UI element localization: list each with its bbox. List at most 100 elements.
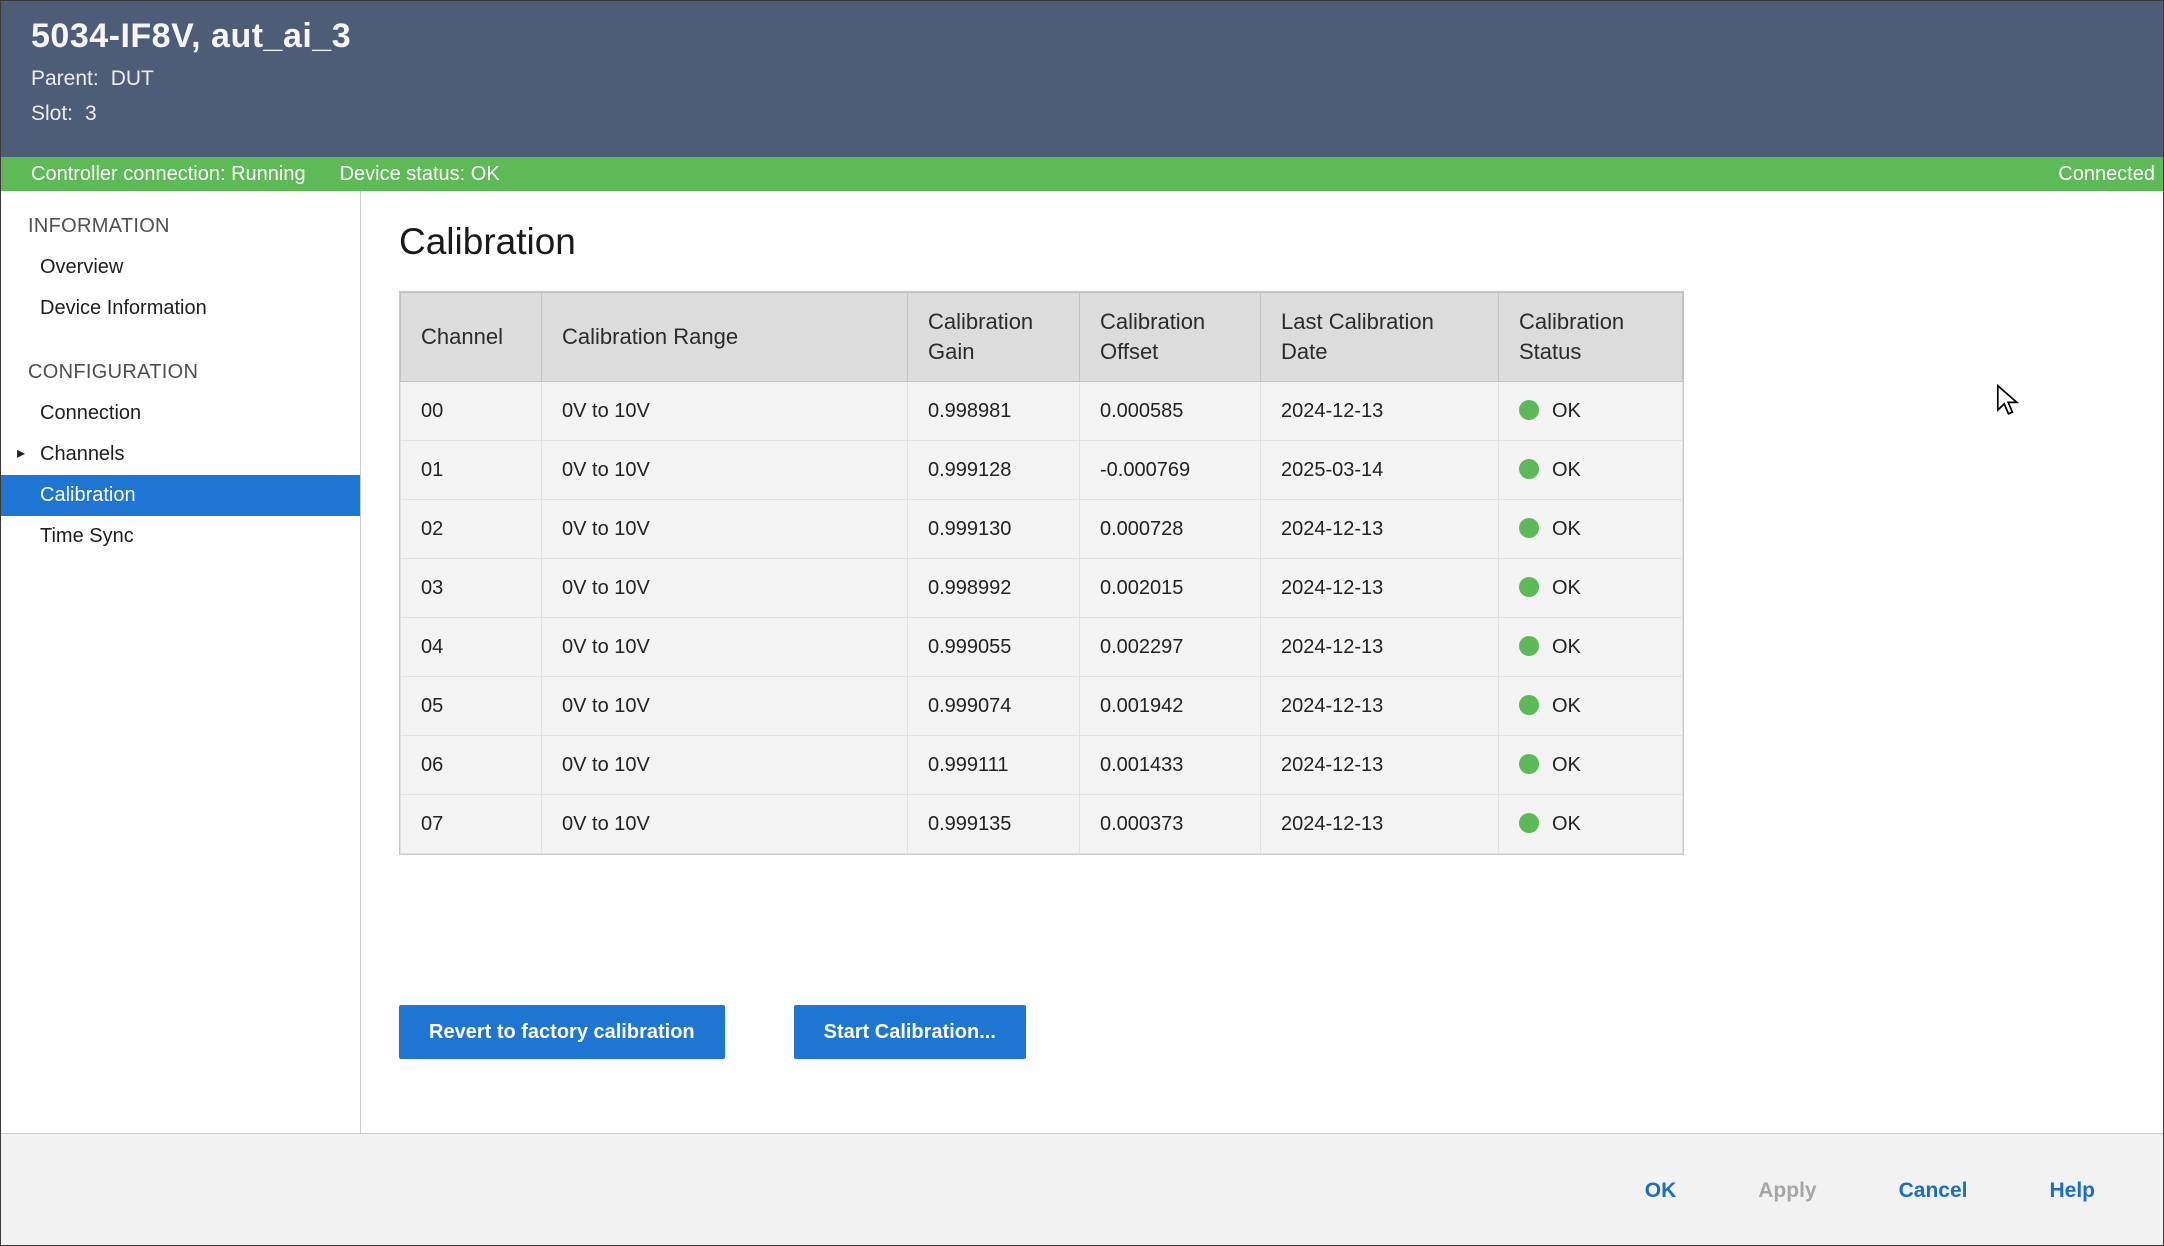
cell-channel: 07 bbox=[401, 795, 542, 854]
cell-range: 0V to 10V bbox=[542, 677, 908, 736]
ok-button[interactable]: OK bbox=[1639, 1175, 1683, 1207]
cell-channel: 02 bbox=[401, 500, 542, 559]
cell-gain: 0.998981 bbox=[908, 382, 1080, 441]
revert-factory-calibration-button[interactable]: Revert to factory calibration bbox=[399, 1005, 725, 1059]
cell-channel: 05 bbox=[401, 677, 542, 736]
device-header: 5034-IF8V, aut_ai_3 Parent: DUT Slot:3 bbox=[1, 1, 2163, 157]
cell-offset: 0.002297 bbox=[1080, 618, 1261, 677]
cell-status: OK bbox=[1499, 736, 1683, 795]
expand-arrow-icon[interactable]: ▸ bbox=[17, 443, 25, 463]
cell-offset: 0.000373 bbox=[1080, 795, 1261, 854]
calibration-table: Channel Calibration Range Calibration Ga… bbox=[400, 292, 1683, 854]
status-text: OK bbox=[1552, 813, 1581, 835]
table-row: 04 0V to 10V 0.999055 0.002297 2024-12-1… bbox=[401, 618, 1683, 677]
sidebar-item-channels[interactable]: ▸Channels bbox=[1, 434, 360, 475]
cell-status: OK bbox=[1499, 382, 1683, 441]
column-header-calibration-offset: Calibration Offset bbox=[1080, 293, 1261, 382]
table-row: 03 0V to 10V 0.998992 0.002015 2024-12-1… bbox=[401, 559, 1683, 618]
cell-channel: 00 bbox=[401, 382, 542, 441]
status-text: OK bbox=[1552, 695, 1581, 717]
cell-offset: 0.000728 bbox=[1080, 500, 1261, 559]
cell-offset: 0.001433 bbox=[1080, 736, 1261, 795]
cancel-button[interactable]: Cancel bbox=[1893, 1175, 1974, 1207]
parent-label: Parent: bbox=[31, 67, 99, 90]
status-text: OK bbox=[1552, 636, 1581, 658]
cell-gain: 0.999111 bbox=[908, 736, 1080, 795]
table-header-row: Channel Calibration Range Calibration Ga… bbox=[401, 293, 1683, 382]
page-title: Calibration bbox=[399, 221, 2163, 263]
status-ok-icon bbox=[1519, 754, 1539, 774]
sidebar-item-overview[interactable]: Overview bbox=[1, 247, 360, 288]
sidebar-item-connection[interactable]: Connection bbox=[1, 393, 360, 434]
cell-date: 2024-12-13 bbox=[1261, 618, 1499, 677]
status-ok-icon bbox=[1519, 518, 1539, 538]
status-ok-icon bbox=[1519, 459, 1539, 479]
cell-status: OK bbox=[1499, 559, 1683, 618]
sidebar-item-time-sync[interactable]: Time Sync bbox=[1, 516, 360, 557]
status-ok-icon bbox=[1519, 636, 1539, 656]
column-header-calibration-gain: Calibration Gain bbox=[908, 293, 1080, 382]
cell-status: OK bbox=[1499, 500, 1683, 559]
cell-gain: 0.999074 bbox=[908, 677, 1080, 736]
cell-date: 2024-12-13 bbox=[1261, 559, 1499, 618]
cell-date: 2024-12-13 bbox=[1261, 736, 1499, 795]
sidebar-item-calibration[interactable]: Calibration bbox=[1, 475, 360, 516]
cell-range: 0V to 10V bbox=[542, 441, 908, 500]
status-ok-icon bbox=[1519, 577, 1539, 597]
sidebar-item-device-information[interactable]: Device Information bbox=[1, 288, 360, 329]
cell-date: 2024-12-13 bbox=[1261, 677, 1499, 736]
cell-date: 2024-12-13 bbox=[1261, 795, 1499, 854]
cell-range: 0V to 10V bbox=[542, 382, 908, 441]
status-ok-icon bbox=[1519, 813, 1539, 833]
connection-status-bar: Controller connection: Running Device sta… bbox=[1, 157, 2163, 191]
calibration-table-container: Channel Calibration Range Calibration Ga… bbox=[399, 291, 1684, 855]
cell-gain: 0.999135 bbox=[908, 795, 1080, 854]
device-configuration-window: 5034-IF8V, aut_ai_3 Parent: DUT Slot:3 Co… bbox=[0, 0, 2164, 1246]
status-text: OK bbox=[1552, 577, 1581, 599]
cell-status: OK bbox=[1499, 441, 1683, 500]
cell-status: OK bbox=[1499, 677, 1683, 736]
table-row: 07 0V to 10V 0.999135 0.000373 2024-12-1… bbox=[401, 795, 1683, 854]
column-header-last-calibration-date: Last Calibration Date bbox=[1261, 293, 1499, 382]
cell-offset: -0.000769 bbox=[1080, 441, 1261, 500]
cell-channel: 01 bbox=[401, 441, 542, 500]
status-text: OK bbox=[1552, 518, 1581, 540]
status-ok-icon bbox=[1519, 400, 1539, 420]
navigation-sidebar: INFORMATION Overview Device Information … bbox=[1, 191, 361, 1133]
slot-value: 3 bbox=[85, 102, 97, 125]
cell-range: 0V to 10V bbox=[542, 618, 908, 677]
cell-status: OK bbox=[1499, 795, 1683, 854]
table-row: 00 0V to 10V 0.998981 0.000585 2024-12-1… bbox=[401, 382, 1683, 441]
cell-range: 0V to 10V bbox=[542, 736, 908, 795]
cell-date: 2025-03-14 bbox=[1261, 441, 1499, 500]
device-status: Device status: OK bbox=[340, 163, 500, 185]
help-button[interactable]: Help bbox=[2043, 1175, 2101, 1207]
cell-offset: 0.000585 bbox=[1080, 382, 1261, 441]
status-text: OK bbox=[1552, 459, 1581, 481]
cell-channel: 06 bbox=[401, 736, 542, 795]
controller-connection-status: Controller connection: Running bbox=[31, 163, 306, 185]
table-row: 06 0V to 10V 0.999111 0.001433 2024-12-1… bbox=[401, 736, 1683, 795]
cell-gain: 0.998992 bbox=[908, 559, 1080, 618]
cell-status: OK bbox=[1499, 618, 1683, 677]
table-row: 05 0V to 10V 0.999074 0.001942 2024-12-1… bbox=[401, 677, 1683, 736]
column-header-calibration-range: Calibration Range bbox=[542, 293, 908, 382]
content-area: INFORMATION Overview Device Information … bbox=[1, 191, 2163, 1133]
calibration-actions: Revert to factory calibration Start Cali… bbox=[399, 1005, 2163, 1059]
calibration-panel: Calibration Channel Calibration Range Ca… bbox=[361, 191, 2163, 1133]
column-header-calibration-status: Calibration Status bbox=[1499, 293, 1683, 382]
cell-gain: 0.999130 bbox=[908, 500, 1080, 559]
cell-range: 0V to 10V bbox=[542, 500, 908, 559]
dialog-footer: OK Apply Cancel Help bbox=[1, 1133, 2163, 1246]
parent-value: DUT bbox=[111, 67, 154, 90]
cell-range: 0V to 10V bbox=[542, 559, 908, 618]
device-slot-line: Slot:3 bbox=[31, 102, 2163, 126]
device-title: 5034-IF8V, aut_ai_3 bbox=[31, 17, 2163, 56]
start-calibration-button[interactable]: Start Calibration... bbox=[794, 1005, 1026, 1059]
sidebar-section-configuration: CONFIGURATION Connection ▸Channels Calib… bbox=[1, 351, 360, 557]
cell-offset: 0.001942 bbox=[1080, 677, 1261, 736]
table-row: 02 0V to 10V 0.999130 0.000728 2024-12-1… bbox=[401, 500, 1683, 559]
status-text: OK bbox=[1552, 400, 1581, 422]
section-title-configuration: CONFIGURATION bbox=[1, 351, 360, 393]
apply-button[interactable]: Apply bbox=[1752, 1175, 1822, 1207]
